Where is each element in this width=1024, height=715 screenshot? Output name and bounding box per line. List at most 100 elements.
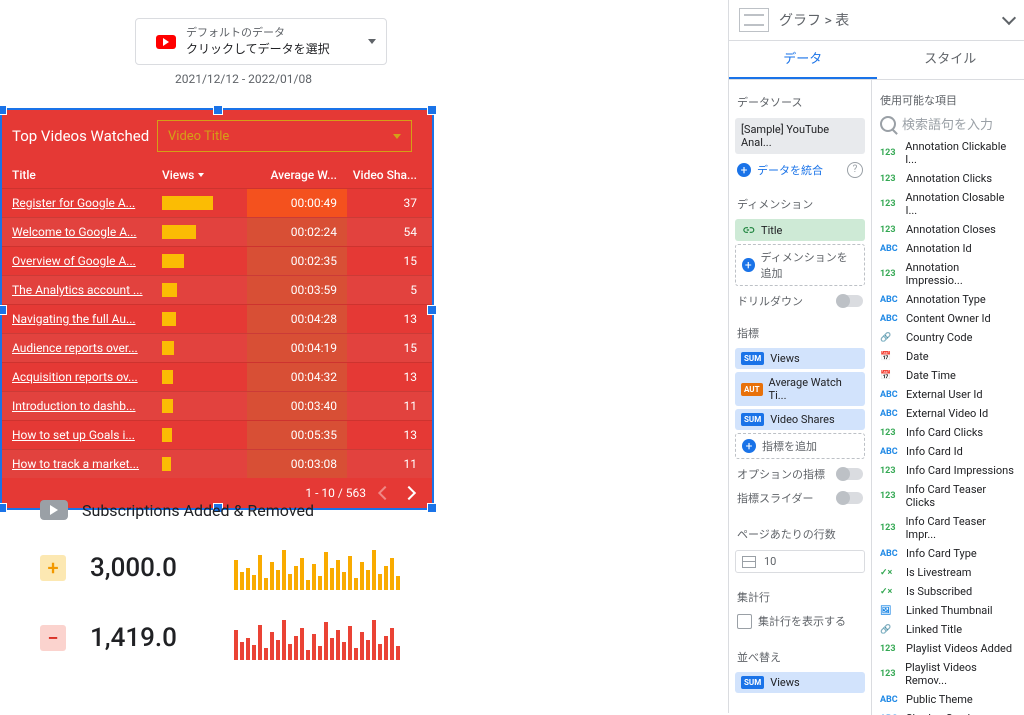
field-item[interactable]: 🔗Country Code	[878, 328, 1018, 347]
table-row[interactable]: Overview of Google A...00:02:3515	[2, 246, 432, 275]
field-item[interactable]: ABCContent Owner Id	[878, 309, 1018, 328]
row-share: 13	[347, 428, 432, 442]
field-name: Annotation Closable I...	[905, 191, 1016, 217]
row-title[interactable]: Register for Google A...	[2, 196, 162, 210]
field-item[interactable]: ABCInfo Card Id	[878, 442, 1018, 461]
row-avg: 00:00:49	[247, 189, 347, 217]
add-dimension[interactable]: +ディメンションを追加	[735, 244, 865, 286]
col-title[interactable]: Title	[2, 168, 162, 182]
help-icon[interactable]: ?	[847, 162, 863, 178]
field-item[interactable]: 📅Date Time	[878, 366, 1018, 385]
field-item[interactable]: 123Info Card Teaser Clicks	[878, 480, 1018, 512]
table-chart[interactable]: Top Videos Watched Video Title Title Vie…	[0, 108, 434, 510]
col-shares[interactable]: Video Sha...	[347, 168, 432, 182]
chevron-down-icon[interactable]	[1002, 11, 1016, 25]
field-item[interactable]: ABCSharing Service	[878, 709, 1018, 715]
field-item[interactable]: ABCExternal Video Id	[878, 404, 1018, 423]
available-fields-label: 使用可能な項目	[878, 90, 1018, 110]
table-chart-icon[interactable]	[739, 8, 769, 32]
field-type-icon: 123	[880, 644, 900, 654]
available-fields-panel: 使用可能な項目 検索語句を入力 123Annotation Clickable …	[872, 80, 1024, 715]
row-title[interactable]: How to track a market...	[2, 457, 162, 471]
field-item[interactable]: 🖼Linked Thumbnail	[878, 601, 1018, 620]
field-item[interactable]: 123Annotation Clickable I...	[878, 137, 1018, 169]
tab-data[interactable]: データ	[729, 41, 877, 79]
row-title[interactable]: Overview of Google A...	[2, 254, 162, 268]
field-item[interactable]: 123Annotation Clicks	[878, 169, 1018, 188]
metric-chip-views[interactable]: SUMViews	[735, 348, 865, 369]
field-item[interactable]: 123Annotation Impressio...	[878, 258, 1018, 290]
optional-metrics-toggle[interactable]	[837, 468, 863, 480]
plus-icon: +	[742, 439, 756, 453]
row-bar	[162, 254, 247, 268]
row-avg: 00:03:59	[247, 276, 347, 304]
row-title[interactable]: Audience reports over...	[2, 341, 162, 355]
field-type-icon: 123	[880, 225, 900, 235]
table-title: Top Videos Watched	[12, 127, 157, 145]
merge-data-link[interactable]: +データを統合?	[729, 158, 871, 182]
date-range[interactable]: 2021/12/12 - 2022/01/08	[175, 72, 312, 86]
field-item[interactable]: 123Info Card Impressions	[878, 461, 1018, 480]
row-title[interactable]: Acquisition reports ov...	[2, 370, 162, 384]
title-selector[interactable]: Video Title	[157, 120, 412, 152]
metric-chip-avg[interactable]: AUTAverage Watch Ti...	[735, 372, 865, 406]
field-item[interactable]: 123Info Card Clicks	[878, 423, 1018, 442]
field-search[interactable]: 検索語句を入力	[878, 110, 1018, 137]
field-item[interactable]: ABCPublic Theme	[878, 690, 1018, 709]
field-type-icon: 📅	[880, 352, 900, 362]
field-type-icon: ABC	[880, 409, 900, 419]
field-name: Public Theme	[906, 693, 973, 706]
field-item[interactable]: ABCAnnotation Id	[878, 239, 1018, 258]
field-item[interactable]: 123Info Card Teaser Impr...	[878, 512, 1018, 544]
chevron-down-icon	[368, 39, 376, 44]
search-icon	[880, 116, 896, 132]
metric-slider-toggle[interactable]	[837, 492, 863, 504]
table-row[interactable]: Navigating the full Au...00:04:2813	[2, 304, 432, 333]
row-title[interactable]: Introduction to dashb...	[2, 399, 162, 413]
show-summary-checkbox[interactable]	[737, 614, 752, 629]
rows-per-page-select[interactable]: 10	[735, 550, 865, 573]
row-title[interactable]: Navigating the full Au...	[2, 312, 162, 326]
sort-desc-icon	[198, 173, 204, 177]
field-type-icon: ABC	[880, 447, 900, 457]
data-selector[interactable]: デフォルトのデータ クリックしてデータを選択	[135, 18, 387, 65]
prev-page-icon[interactable]	[378, 486, 392, 500]
table-row[interactable]: How to track a market...00:03:0811	[2, 449, 432, 478]
table-row[interactable]: Register for Google A...00:00:4937	[2, 188, 432, 217]
field-item[interactable]: 123Playlist Videos Remov...	[878, 658, 1018, 690]
metric-chip-shares[interactable]: SUMVideo Shares	[735, 409, 865, 430]
sparkline-removed	[234, 615, 400, 660]
add-metric[interactable]: +指標を追加	[735, 433, 865, 459]
field-item[interactable]: 🔗Linked Title	[878, 620, 1018, 639]
drilldown-toggle[interactable]	[837, 295, 863, 307]
field-item[interactable]: 123Annotation Closes	[878, 220, 1018, 239]
data-config-panel: データソース [Sample] YouTube Anal... +データを統合?…	[729, 80, 872, 715]
field-item[interactable]: ABCInfo Card Type	[878, 544, 1018, 563]
row-title[interactable]: How to set up Goals i...	[2, 428, 162, 442]
next-page-icon[interactable]	[402, 486, 416, 500]
row-title[interactable]: Welcome to Google A...	[2, 225, 162, 239]
field-item[interactable]: ABCAnnotation Type	[878, 290, 1018, 309]
datasource-name[interactable]: [Sample] YouTube Anal...	[735, 118, 865, 154]
table-row[interactable]: Acquisition reports ov...00:04:3213	[2, 362, 432, 391]
tab-style[interactable]: スタイル	[877, 41, 1024, 79]
dimension-chip-title[interactable]: Title	[735, 219, 865, 241]
field-type-icon: ABC	[880, 390, 900, 400]
sort-chip[interactable]: SUMViews	[735, 672, 865, 693]
table-row[interactable]: The Analytics account ...00:03:595	[2, 275, 432, 304]
field-item[interactable]: ABCExternal User Id	[878, 385, 1018, 404]
field-item[interactable]: 123Annotation Closable I...	[878, 188, 1018, 220]
table-row[interactable]: How to set up Goals i...00:05:3513	[2, 420, 432, 449]
col-views[interactable]: Views	[162, 168, 247, 182]
field-item[interactable]: ✓×Is Subscribed	[878, 582, 1018, 601]
field-item[interactable]: ✓×Is Livestream	[878, 563, 1018, 582]
row-title[interactable]: The Analytics account ...	[2, 283, 162, 297]
field-item[interactable]: 123Playlist Videos Added	[878, 639, 1018, 658]
table-row[interactable]: Introduction to dashb...00:03:4011	[2, 391, 432, 420]
field-item[interactable]: 📅Date	[878, 347, 1018, 366]
col-avg[interactable]: Average W...	[247, 168, 347, 182]
table-row[interactable]: Audience reports over...00:04:1915	[2, 333, 432, 362]
table-row[interactable]: Welcome to Google A...00:02:2454	[2, 217, 432, 246]
breadcrumb[interactable]: グラフ > 表	[779, 10, 849, 30]
table-header-row: Title Views Average W... Video Sha...	[2, 162, 432, 188]
